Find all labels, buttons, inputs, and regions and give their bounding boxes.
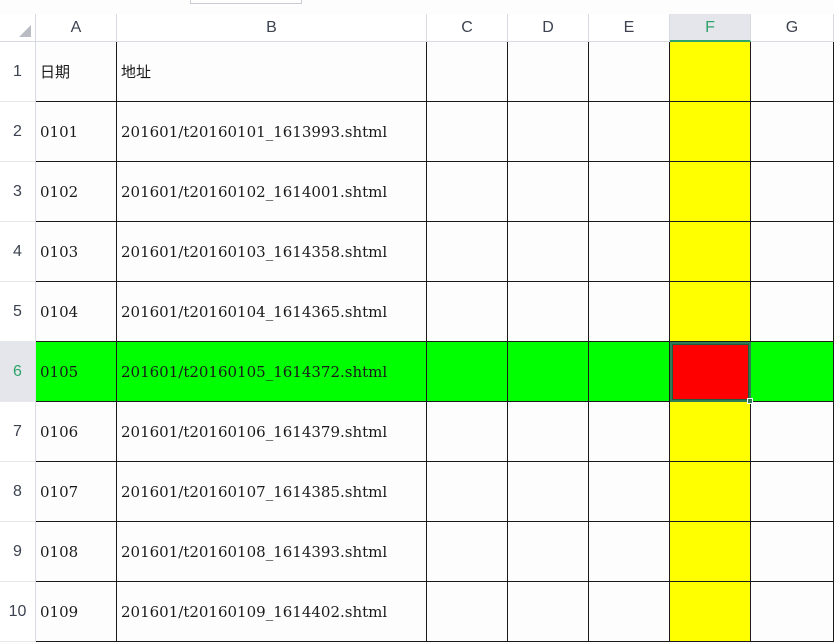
column-header-b[interactable]: B [117, 14, 427, 42]
cell-e8[interactable] [589, 462, 670, 522]
cell-a5[interactable]: 0104 [36, 282, 117, 342]
cell-g8[interactable] [751, 462, 834, 522]
column-header-e[interactable]: E [589, 14, 670, 42]
cell-a10[interactable]: 0109 [36, 582, 117, 642]
cell-a8[interactable]: 0107 [36, 462, 117, 522]
row-header-6[interactable]: 6 [0, 342, 36, 402]
cell-c8[interactable] [427, 462, 508, 522]
cell-a3[interactable]: 0102 [36, 162, 117, 222]
column-header-a[interactable]: A [36, 14, 117, 42]
cell-f1[interactable] [670, 42, 751, 102]
cell-f2[interactable] [670, 102, 751, 162]
cell-c6[interactable] [427, 342, 508, 402]
column-header-bar: ABCDEFG [0, 14, 834, 42]
cell-e7[interactable] [589, 402, 670, 462]
column-header-c[interactable]: C [427, 14, 508, 42]
column-header-f[interactable]: F [670, 14, 751, 42]
cell-e6[interactable] [589, 342, 670, 402]
row-header-1[interactable]: 1 [0, 42, 36, 102]
cell-d2[interactable] [508, 102, 589, 162]
cell-c7[interactable] [427, 402, 508, 462]
cell-a9[interactable]: 0108 [36, 522, 117, 582]
cell-c9[interactable] [427, 522, 508, 582]
spreadsheet-grid: ABCDEFG 1 日期 地址 2 0101 201601/t20160101_16139… [0, 0, 834, 644]
cell-b1[interactable]: 地址 [117, 42, 427, 102]
row-header-4[interactable]: 4 [0, 222, 36, 282]
cell-d3[interactable] [508, 162, 589, 222]
cell-a2[interactable]: 0101 [36, 102, 117, 162]
cell-c3[interactable] [427, 162, 508, 222]
select-all-button[interactable] [0, 14, 36, 42]
cell-d6[interactable] [508, 342, 589, 402]
cell-d7[interactable] [508, 402, 589, 462]
cell-g9[interactable] [751, 522, 834, 582]
cell-d8[interactable] [508, 462, 589, 522]
cell-e9[interactable] [589, 522, 670, 582]
fill-handle[interactable] [747, 398, 753, 404]
row-header-5[interactable]: 5 [0, 282, 36, 342]
cell-c1[interactable] [427, 42, 508, 102]
row-header-10[interactable]: 10 [0, 582, 36, 642]
cell-c4[interactable] [427, 222, 508, 282]
sheet-tab-edge [190, 0, 302, 4]
cell-f7[interactable] [670, 402, 751, 462]
row-header-9[interactable]: 9 [0, 522, 36, 582]
cell-c2[interactable] [427, 102, 508, 162]
cell-g10[interactable] [751, 582, 834, 642]
cell-a6[interactable]: 0105 [36, 342, 117, 402]
cell-b6[interactable]: 201601/t20160105_1614372.shtml [117, 342, 427, 402]
cell-a1[interactable]: 日期 [36, 42, 117, 102]
select-all-triangle-icon [19, 25, 31, 37]
cell-g5[interactable] [751, 282, 834, 342]
row-header-2[interactable]: 2 [0, 102, 36, 162]
cell-d4[interactable] [508, 222, 589, 282]
column-header-g[interactable]: G [751, 14, 834, 42]
cell-a7[interactable]: 0106 [36, 402, 117, 462]
cell-g7[interactable] [751, 402, 834, 462]
cell-b7[interactable]: 201601/t20160106_1614379.shtml [117, 402, 427, 462]
cell-b2[interactable]: 201601/t20160101_1613993.shtml [117, 102, 427, 162]
row-header-8[interactable]: 8 [0, 462, 36, 522]
cell-f8[interactable] [670, 462, 751, 522]
cell-f9[interactable] [670, 522, 751, 582]
row-header-7[interactable]: 7 [0, 402, 36, 462]
cell-g4[interactable] [751, 222, 834, 282]
cell-f10[interactable] [670, 582, 751, 642]
cell-e5[interactable] [589, 282, 670, 342]
cell-d9[interactable] [508, 522, 589, 582]
cell-d5[interactable] [508, 282, 589, 342]
cell-c5[interactable] [427, 282, 508, 342]
cell-e4[interactable] [589, 222, 670, 282]
cell-f5[interactable] [670, 282, 751, 342]
row-header-3[interactable]: 3 [0, 162, 36, 222]
cell-f6[interactable] [670, 342, 751, 402]
cell-b3[interactable]: 201601/t20160102_1614001.shtml [117, 162, 427, 222]
cell-e3[interactable] [589, 162, 670, 222]
cell-f3[interactable] [670, 162, 751, 222]
cell-g6[interactable] [751, 342, 834, 402]
column-header-d[interactable]: D [508, 14, 589, 42]
cell-e2[interactable] [589, 102, 670, 162]
cell-d10[interactable] [508, 582, 589, 642]
cell-e1[interactable] [589, 42, 670, 102]
cell-g3[interactable] [751, 162, 834, 222]
cell-d1[interactable] [508, 42, 589, 102]
cell-c10[interactable] [427, 582, 508, 642]
cell-g2[interactable] [751, 102, 834, 162]
cell-a4[interactable]: 0103 [36, 222, 117, 282]
cell-b10[interactable]: 201601/t20160109_1614402.shtml [117, 582, 427, 642]
cell-b5[interactable]: 201601/t20160104_1614365.shtml [117, 282, 427, 342]
cell-b8[interactable]: 201601/t20160107_1614385.shtml [117, 462, 427, 522]
cell-f4[interactable] [670, 222, 751, 282]
cell-b4[interactable]: 201601/t20160103_1614358.shtml [117, 222, 427, 282]
cell-b9[interactable]: 201601/t20160108_1614393.shtml [117, 522, 427, 582]
cell-g1[interactable] [751, 42, 834, 102]
cell-e10[interactable] [589, 582, 670, 642]
